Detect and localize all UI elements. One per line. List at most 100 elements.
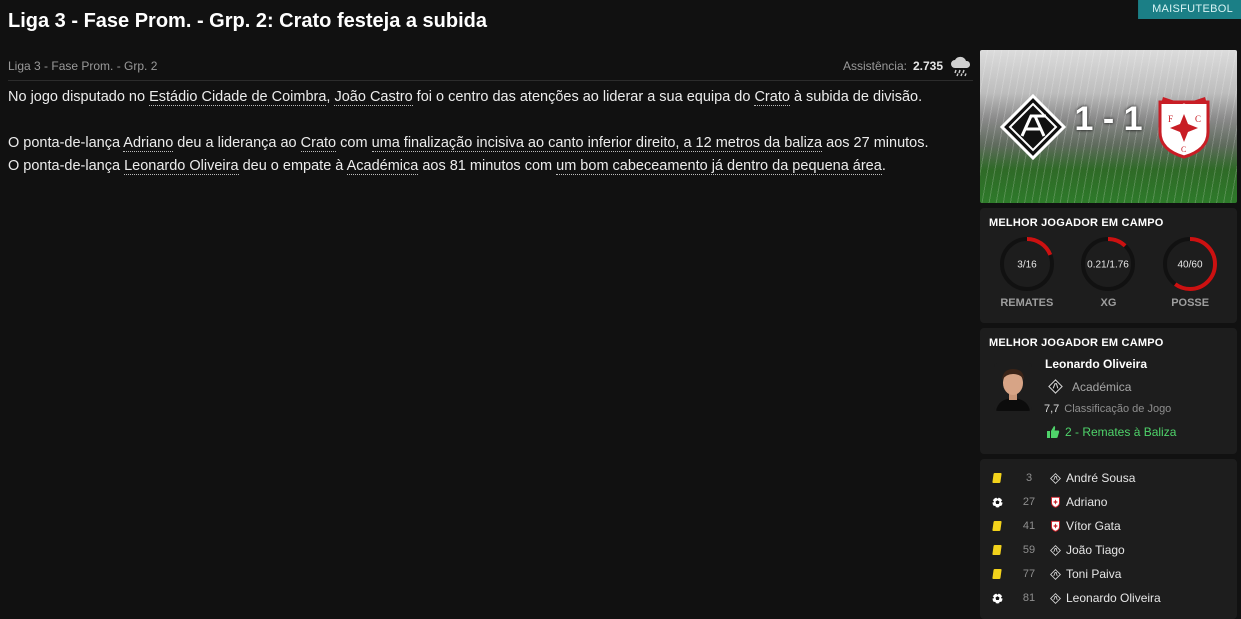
- event-club: [1044, 496, 1066, 508]
- article-text: O ponta-de-lança: [8, 135, 124, 151]
- event-minute: 27: [1022, 496, 1036, 508]
- attendance-label: Assistência:: [842, 58, 907, 73]
- yellow-card-icon: [992, 569, 1002, 579]
- stats-panel-title: MELHOR JOGADOR EM CAMPO: [989, 217, 1164, 229]
- event-row[interactable]: 41 Vítor Gata: [980, 514, 1237, 538]
- event-player[interactable]: Leonardo Oliveira: [1066, 591, 1161, 605]
- match-sidebar: 1 - 1 F C C MELHOR JOGADOR EM CAMPO 3/16…: [980, 50, 1237, 619]
- article-paragraph-1: No jogo disputado no Estádio Cidade de C…: [8, 86, 976, 109]
- article-text: aos 27 minutos.: [822, 135, 929, 151]
- svg-text:C: C: [1181, 145, 1186, 154]
- match-scorecard[interactable]: 1 - 1 F C C: [980, 50, 1237, 203]
- competition-label[interactable]: Liga 3 - Fase Prom. - Grp. 2: [8, 59, 157, 73]
- svg-text:F: F: [1168, 114, 1173, 124]
- potm-highlight: 2 - Remates à Baliza: [1046, 425, 1176, 439]
- stat-posse[interactable]: 40/60 POSSE: [1150, 235, 1230, 309]
- match-stats-panel: MELHOR JOGADOR EM CAMPO 3/16 REMATES 0.21/…: [980, 208, 1237, 323]
- academica-crest-icon: [1049, 544, 1061, 556]
- article-link[interactable]: Estádio Cidade de Coimbra: [149, 89, 327, 106]
- stat-xg[interactable]: 0.21/1.76 XG: [1068, 235, 1148, 309]
- event-player[interactable]: Adriano: [1066, 495, 1107, 509]
- event-row[interactable]: 81 Leonardo Oliveira: [980, 586, 1237, 610]
- article-text: com: [336, 135, 372, 151]
- event-type: [980, 545, 1014, 555]
- attendance-info: Assistência: 2.735: [843, 55, 973, 77]
- stat-remates[interactable]: 3/16 REMATES: [987, 235, 1067, 309]
- article-link[interactable]: Adriano: [123, 135, 174, 152]
- potm-rating-label: Classificação de Jogo: [1064, 403, 1172, 415]
- player-of-the-match-panel[interactable]: MELHOR JOGADOR EM CAMPO Leonardo Oliveir…: [980, 328, 1237, 454]
- article-headline: Liga 3 - Fase Prom. - Grp. 2: Crato fest…: [8, 10, 488, 32]
- crato-crest-icon[interactable]: F C C: [1151, 94, 1217, 160]
- academica-crest-icon: [1049, 472, 1061, 484]
- crato-crest-icon: [1050, 496, 1060, 508]
- article-paragraph-2: O ponta-de-lança Adriano deu a liderança…: [8, 132, 976, 155]
- potm-player-name[interactable]: Leonardo Oliveira: [1045, 357, 1147, 371]
- potm-player-club[interactable]: Académica: [1048, 379, 1131, 394]
- event-player[interactable]: Toni Paiva: [1066, 567, 1121, 581]
- player-avatar: [994, 363, 1032, 411]
- event-type: [980, 569, 1014, 579]
- football-icon: [991, 496, 1003, 508]
- yellow-card-icon: [992, 545, 1002, 555]
- crato-crest-icon: [1050, 520, 1060, 532]
- article-link[interactable]: Crato: [754, 89, 790, 106]
- article-text: aos 81 minutos com: [418, 158, 557, 174]
- event-row[interactable]: 3 André Sousa: [980, 466, 1237, 490]
- rain-cloud-icon: [951, 56, 971, 76]
- article-link[interactable]: uma finalização incisiva ao canto inferi…: [371, 135, 823, 152]
- stat-value: 40/60: [1178, 260, 1203, 271]
- event-minute: 81: [1022, 592, 1036, 604]
- event-row[interactable]: 59 João Tiago: [980, 538, 1237, 562]
- stat-ring: 0.21/1.76: [1081, 237, 1136, 291]
- article-text: deu o empate à: [238, 158, 347, 174]
- article-text: foi o centro das atenções ao liderar a s…: [412, 89, 755, 105]
- article-text: deu a liderança ao: [173, 135, 301, 151]
- event-type: [980, 521, 1014, 531]
- article-text: No jogo disputado no: [8, 89, 150, 105]
- stat-ring: 40/60: [1163, 237, 1218, 291]
- event-club: [1044, 544, 1066, 556]
- event-club: [1044, 592, 1066, 604]
- stat-value: 0.21/1.76: [1088, 260, 1130, 271]
- academica-crest-icon: [1048, 379, 1063, 394]
- svg-text:C: C: [1195, 114, 1201, 124]
- potm-highlight-text: 2 - Remates à Baliza: [1065, 425, 1177, 439]
- match-events-panel: 3 André Sousa 27 Adriano 41 Vítor Gata 59 João …: [980, 459, 1237, 619]
- yellow-card-icon: [992, 521, 1002, 531]
- event-type: [980, 473, 1014, 483]
- article-text: à subida de divisão.: [789, 89, 923, 105]
- article-link[interactable]: Crato: [300, 135, 337, 152]
- attendance-value: 2.735: [912, 58, 943, 73]
- event-player[interactable]: João Tiago: [1066, 543, 1125, 557]
- article-text: O ponta-de-lança: [8, 158, 125, 174]
- article-body: No jogo disputado no Estádio Cidade de C…: [8, 86, 976, 178]
- thumbs-up-icon: [1047, 426, 1060, 438]
- football-icon: [991, 592, 1003, 604]
- article-link[interactable]: um bom cabeceamento já dentro da pequena…: [556, 158, 882, 175]
- article-link[interactable]: João Castro: [334, 89, 413, 106]
- event-type: [980, 592, 1014, 604]
- event-minute: 3: [1025, 472, 1033, 484]
- stat-label: REMATES: [1000, 297, 1054, 309]
- event-minute: 77: [1022, 568, 1036, 580]
- article-link[interactable]: Leonardo Oliveira: [124, 158, 239, 175]
- event-club: [1044, 568, 1066, 580]
- potm-rating-value: 7,7: [1044, 403, 1060, 415]
- event-player[interactable]: André Sousa: [1066, 471, 1135, 485]
- event-player[interactable]: Vítor Gata: [1066, 519, 1121, 533]
- yellow-card-icon: [992, 473, 1002, 483]
- stats-row: 3/16 REMATES 0.21/1.76 XG 40/60 POSSE: [980, 229, 1237, 317]
- event-row[interactable]: 77 Toni Paiva: [980, 562, 1237, 586]
- article-link[interactable]: Académica: [346, 158, 419, 175]
- article-paragraph-3: O ponta-de-lança Leonardo Oliveira deu o…: [8, 155, 976, 178]
- article-text: .: [881, 158, 886, 174]
- event-club: [1044, 472, 1066, 484]
- academica-crest-icon: [1049, 568, 1061, 580]
- potm-rating: 7,7 Classificação de Jogo: [1044, 403, 1171, 415]
- event-club: [1044, 520, 1066, 532]
- source-tag[interactable]: MAISFUTEBOL: [1138, 0, 1241, 19]
- event-minute: 59: [1022, 544, 1036, 556]
- stat-label: POSSE: [1171, 297, 1210, 309]
- event-row[interactable]: 27 Adriano: [980, 490, 1237, 514]
